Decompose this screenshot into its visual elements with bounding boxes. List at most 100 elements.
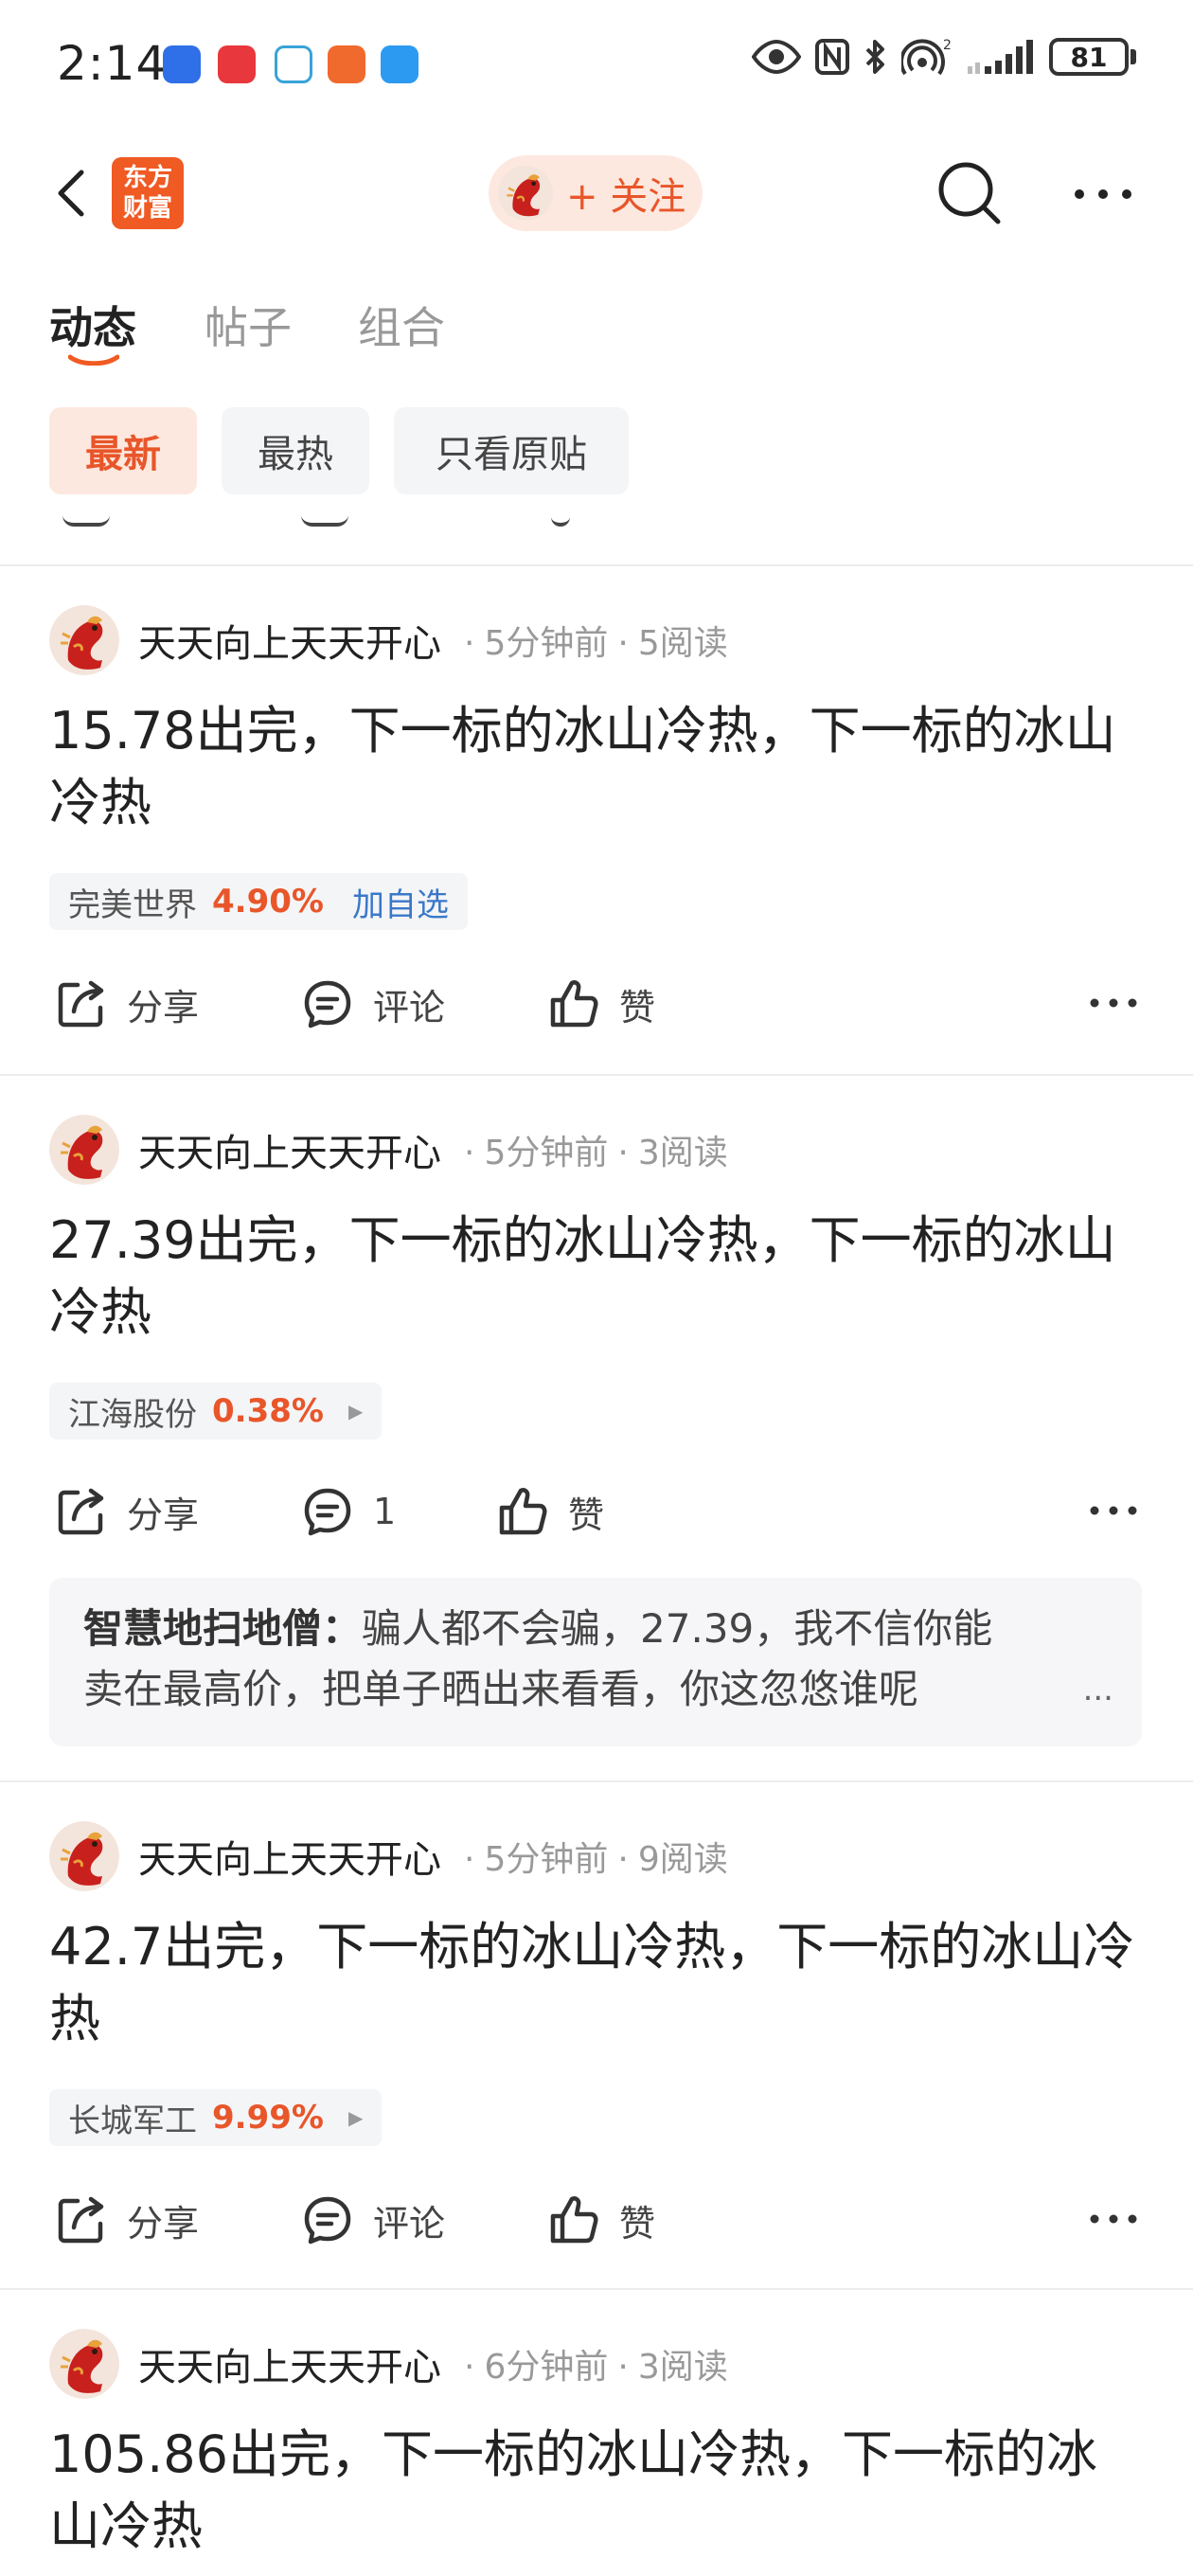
like-button[interactable]: 赞: [494, 1474, 604, 1549]
avatar[interactable]: [49, 2329, 119, 2399]
comment-button[interactable]: 评论: [299, 2182, 445, 2258]
post-header: 天天向上天天开心 · 5分钟前 · 5阅读: [49, 604, 728, 676]
post-more-icon[interactable]: [1085, 979, 1142, 1027]
battery-level: 81: [1049, 38, 1129, 76]
share-button[interactable]: 分享: [53, 966, 199, 1042]
stock-tag[interactable]: 长城军工 9.99% ▶: [49, 2089, 383, 2146]
thumbs-up-icon: [545, 975, 602, 1032]
post-actions: 分享 评论 赞: [0, 966, 1193, 1042]
comment-text-line2: 卖在最高价，把单子晒出来看看，你这忽悠谁呢: [83, 1666, 919, 1712]
post-card[interactable]: 天天向上天天开心 · 5分钟前 · 9阅读 42.7出完，下一标的冰山冷热，下一标的冰…: [0, 1782, 1193, 2290]
thumbs-up-icon: [545, 2191, 602, 2248]
post-time: 5分钟前: [484, 624, 609, 663]
post-header: 天天向上天天开心 · 5分钟前 · 9阅读: [49, 1820, 728, 1892]
stock-name: 完美世界: [68, 886, 197, 924]
avatar[interactable]: [49, 605, 119, 675]
post-content[interactable]: 27.39出完，下一标的冰山冷热，下一标的冰山冷热: [49, 1205, 1148, 1349]
app-notification-icon: [218, 45, 256, 83]
status-icons: 2 81: [752, 38, 1136, 76]
comment-more[interactable]: ...: [1083, 1659, 1113, 1720]
author-name[interactable]: 天天向上天天开心: [138, 2336, 441, 2391]
post-reads: 3阅读: [637, 2348, 728, 2387]
stock-tag[interactable]: 江海股份 0.38% ▶: [49, 1383, 383, 1440]
like-button[interactable]: 赞: [545, 2182, 655, 2258]
tab-portfolio[interactable]: 组合: [358, 294, 445, 356]
app-notification-icon: [163, 45, 201, 83]
comment-icon: [299, 975, 356, 1032]
post-content[interactable]: 105.86出完，下一标的冰山冷热，下一标的冰山冷热: [49, 2419, 1148, 2563]
post-card[interactable]: 天天向上天天开心 · 5分钟前 · 3阅读 27.39出完，下一标的冰山冷热，下一标的…: [0, 1076, 1193, 1780]
stock-name: 江海股份: [68, 1395, 197, 1434]
share-button[interactable]: 分享: [53, 2182, 199, 2258]
share-icon: [53, 1483, 110, 1540]
hotspot-icon: 2: [901, 38, 951, 76]
post-reads: 9阅读: [637, 1840, 728, 1879]
comment-button[interactable]: 评论: [299, 966, 445, 1042]
stock-change: 9.99%: [212, 2099, 324, 2137]
like-button[interactable]: 赞: [545, 966, 655, 1042]
post-more-icon[interactable]: [1085, 2195, 1142, 2243]
comment-user[interactable]: 智慧地扫地僧：: [83, 1605, 362, 1652]
filter-hottest[interactable]: 最热: [222, 407, 369, 494]
post-card[interactable]: 天天向上天天开心 · 6分钟前 · 3阅读 105.86出完，下一标的冰山冷热，下一标…: [0, 2290, 1193, 2576]
comment-text-line1: 骗人都不会骗，27.39，我不信你能: [362, 1605, 993, 1652]
stock-name: 长城军工: [68, 2102, 197, 2140]
avatar[interactable]: [49, 1115, 119, 1185]
back-arrow-icon[interactable]: [45, 165, 102, 222]
stock-change: 0.38%: [212, 1392, 324, 1430]
add-watchlist-button[interactable]: 加自选: [352, 879, 449, 925]
comment-icon: [299, 1483, 356, 1540]
author-name[interactable]: 天天向上天天开心: [138, 613, 441, 668]
search-icon[interactable]: [932, 155, 1007, 231]
author-name[interactable]: 天天向上天天开心: [138, 1829, 441, 1884]
avatar[interactable]: [49, 1821, 119, 1891]
bluetooth-icon: [865, 40, 884, 74]
post-time: 5分钟前: [484, 1840, 609, 1879]
battery-indicator: 81: [1049, 38, 1136, 76]
share-icon: [53, 975, 110, 1032]
share-icon: [53, 2191, 110, 2248]
tab-dynamic[interactable]: 动态: [49, 294, 136, 356]
filter-original-only[interactable]: 只看原贴: [394, 407, 629, 494]
top-nav-bar: 东方 财富 + 关注: [0, 133, 1193, 256]
follow-button[interactable]: + 关注: [489, 155, 703, 231]
content-tabs: 动态 帖子 组合: [0, 275, 1193, 379]
post-time: 6分钟前: [484, 2348, 609, 2387]
post-meta: · 5分钟前 · 3阅读: [464, 1134, 728, 1172]
tab-active-indicator: [68, 354, 119, 366]
author-name[interactable]: 天天向上天天开心: [138, 1122, 441, 1177]
tab-posts[interactable]: 帖子: [205, 294, 292, 356]
comment-count: 1: [373, 1491, 397, 1532]
svg-text:2: 2: [943, 38, 951, 53]
share-button[interactable]: 分享: [53, 1474, 199, 1549]
post-more-icon[interactable]: [1085, 1487, 1142, 1534]
stock-tag[interactable]: 完美世界 4.90% 加自选: [49, 873, 468, 930]
post-actions: 分享 评论 赞: [0, 2182, 1193, 2258]
app-notification-icon: [381, 45, 418, 83]
eye-icon: [752, 40, 801, 74]
top-comment[interactable]: 智慧地扫地僧：骗人都不会骗，27.39，我不信你能 卖在最高价，把单子晒出来看看…: [49, 1578, 1142, 1746]
post-reads: 5阅读: [637, 624, 728, 663]
post-card[interactable]: 天天向上天天开心 · 5分钟前 · 5阅读 15.78出完，下一标的冰山冷热，下一标的…: [0, 566, 1193, 1074]
signal-icon: [968, 40, 1033, 74]
stock-change: 4.90%: [212, 883, 324, 921]
post-meta: · 6分钟前 · 3阅读: [464, 2348, 728, 2387]
filter-latest[interactable]: 最新: [49, 407, 197, 494]
nfc-icon: [815, 39, 849, 75]
chevron-right-icon: ▶: [347, 2106, 364, 2129]
status-bar: 2:14 2 81: [0, 0, 1193, 133]
filter-chips: 最新 最热 只看原贴: [0, 407, 1193, 494]
chevron-right-icon: ▶: [347, 1400, 364, 1422]
thumbs-up-icon: [494, 1483, 551, 1540]
post-meta: · 5分钟前 · 9阅读: [464, 1840, 728, 1879]
post-content[interactable]: 42.7出完，下一标的冰山冷热，下一标的冰山冷热: [49, 1911, 1148, 2055]
post-reads: 3阅读: [637, 1134, 728, 1172]
post-header: 天天向上天天开心 · 5分钟前 · 3阅读: [49, 1114, 728, 1186]
post-actions: 分享 1 赞: [0, 1474, 1193, 1549]
previous-post-partial: [0, 511, 1193, 564]
more-options-icon[interactable]: [1070, 170, 1136, 218]
comment-button[interactable]: 1: [299, 1474, 396, 1549]
post-content[interactable]: 15.78出完，下一标的冰山冷热，下一标的冰山冷热: [49, 695, 1148, 839]
status-time: 2:14: [57, 36, 168, 91]
post-header: 天天向上天天开心 · 6分钟前 · 3阅读: [49, 2328, 728, 2400]
